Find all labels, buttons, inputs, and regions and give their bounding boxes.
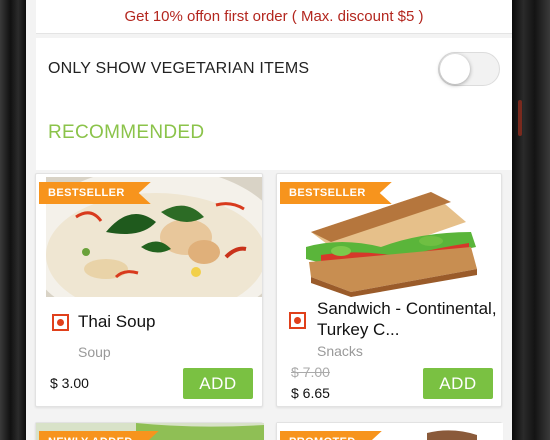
item-badge: BESTSELLER	[280, 182, 392, 204]
item-name: Thai Soup	[78, 312, 156, 331]
veg-filter-toggle[interactable]	[438, 52, 500, 86]
item-original-price: $ 7.00	[291, 364, 330, 380]
offer-banner: Get 10% offon first order ( Max. discoun…	[36, 0, 512, 34]
item-price: $ 3.00	[50, 375, 89, 391]
offer-text: Get 10% offon first order ( Max. discoun…	[124, 8, 424, 25]
add-button[interactable]: ADD	[183, 368, 253, 399]
app-screen: Get 10% offon first order ( Max. discoun…	[26, 0, 512, 440]
phone-side-button	[518, 100, 522, 136]
non-veg-dot-icon	[289, 312, 306, 329]
item-name: Sandwich - Continental, Turkey C...	[317, 299, 497, 339]
menu-item-card[interactable]: NEWLY ADDED	[35, 422, 264, 440]
menu-item-card[interactable]: BESTSELLER Sandwich - Continental, Turke…	[276, 173, 502, 407]
item-category: Snacks	[317, 343, 363, 359]
item-price: $ 6.65	[291, 385, 330, 401]
item-badge: NEWLY ADDED	[39, 431, 159, 440]
section-title: RECOMMENDED	[48, 122, 205, 143]
add-button[interactable]: ADD	[423, 368, 493, 399]
menu-item-card[interactable]: PROMOTED	[276, 422, 503, 440]
item-badge: BESTSELLER	[39, 182, 151, 204]
veg-filter-row: ONLY SHOW VEGETARIAN ITEMS	[36, 38, 512, 100]
toggle-knob	[440, 54, 470, 84]
non-veg-dot-icon	[52, 314, 69, 331]
veg-filter-label: ONLY SHOW VEGETARIAN ITEMS	[48, 60, 310, 77]
phone-frame-left	[0, 0, 26, 440]
recommended-section-header: RECOMMENDED	[36, 100, 512, 170]
item-badge: PROMOTED	[280, 431, 382, 440]
menu-item-card[interactable]: BESTSELLER Thai Soup Soup $ 3.00 ADD	[35, 173, 263, 407]
item-category: Soup	[78, 344, 111, 360]
phone-frame-right	[512, 0, 550, 440]
